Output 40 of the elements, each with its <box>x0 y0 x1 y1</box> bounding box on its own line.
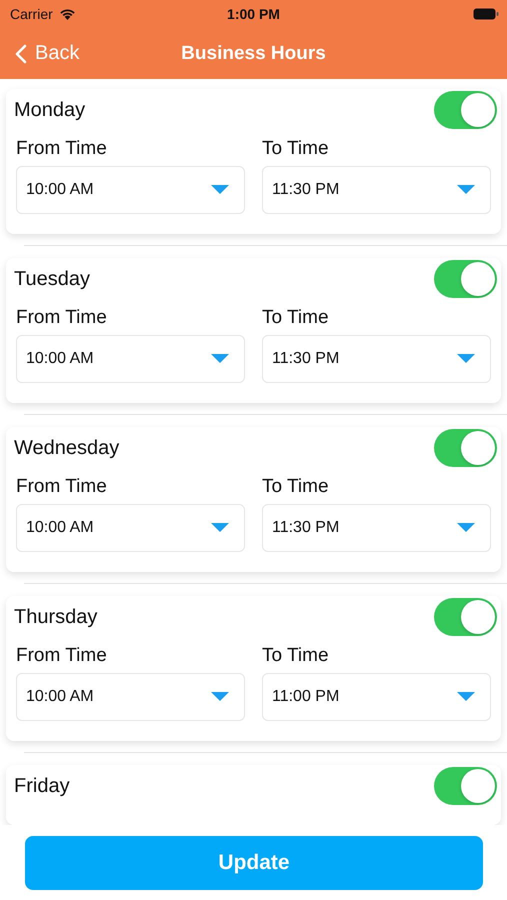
from-time-label: From Time <box>16 307 108 329</box>
toggle-switch[interactable] <box>434 598 497 636</box>
from-time-label: From Time <box>16 645 108 667</box>
dropdown-triangle-icon <box>211 692 229 702</box>
dropdown-triangle-icon <box>457 692 475 702</box>
to-time-dropdown[interactable]: 11:30 PM <box>262 335 491 383</box>
chevron-left-icon <box>15 44 27 64</box>
dropdown-triangle-icon <box>457 354 475 364</box>
dropdown-triangle-icon <box>211 185 229 195</box>
dropdown-triangle-icon <box>457 523 475 533</box>
to-time-label: To Time <box>262 138 330 160</box>
wifi-icon <box>58 8 76 20</box>
battery-icon <box>473 8 499 20</box>
toggle-switch[interactable] <box>434 260 497 298</box>
day-label: Friday <box>14 774 70 798</box>
day-label: Tuesday <box>14 268 90 290</box>
dropdown-triangle-icon <box>211 354 229 364</box>
to-time-dropdown[interactable]: 11:30 PM <box>262 504 491 552</box>
from-time-dropdown[interactable]: 10:00 AM <box>16 335 245 383</box>
to-time-dropdown[interactable]: 11:30 PM <box>262 166 491 214</box>
to-time-dropdown[interactable]: 11:00 PM <box>262 673 491 721</box>
carrier-label: Carrier <box>10 6 53 22</box>
toggle-switch[interactable] <box>434 429 497 467</box>
dropdown-triangle-icon <box>211 523 229 533</box>
from-time-dropdown[interactable]: 10:00 AM <box>16 166 245 214</box>
status-time: 1:00 PM <box>227 6 280 22</box>
day-label: Wednesday <box>14 436 120 460</box>
day-label: Monday <box>14 98 86 122</box>
screen-title: Business Hours <box>181 42 326 64</box>
from-time-dropdown[interactable]: 10:00 AM <box>16 673 245 721</box>
to-time-label: To Time <box>262 307 330 329</box>
from-time-dropdown[interactable]: 10:00 AM <box>16 504 245 552</box>
day-label: Thursday <box>14 606 98 628</box>
from-time-label: From Time <box>16 476 108 498</box>
toggle-switch[interactable] <box>434 767 497 805</box>
toggle-switch[interactable] <box>434 91 497 129</box>
dropdown-triangle-icon <box>457 185 475 195</box>
to-time-label: To Time <box>262 476 330 498</box>
from-time-label: From Time <box>16 138 108 160</box>
to-time-label: To Time <box>262 645 330 667</box>
